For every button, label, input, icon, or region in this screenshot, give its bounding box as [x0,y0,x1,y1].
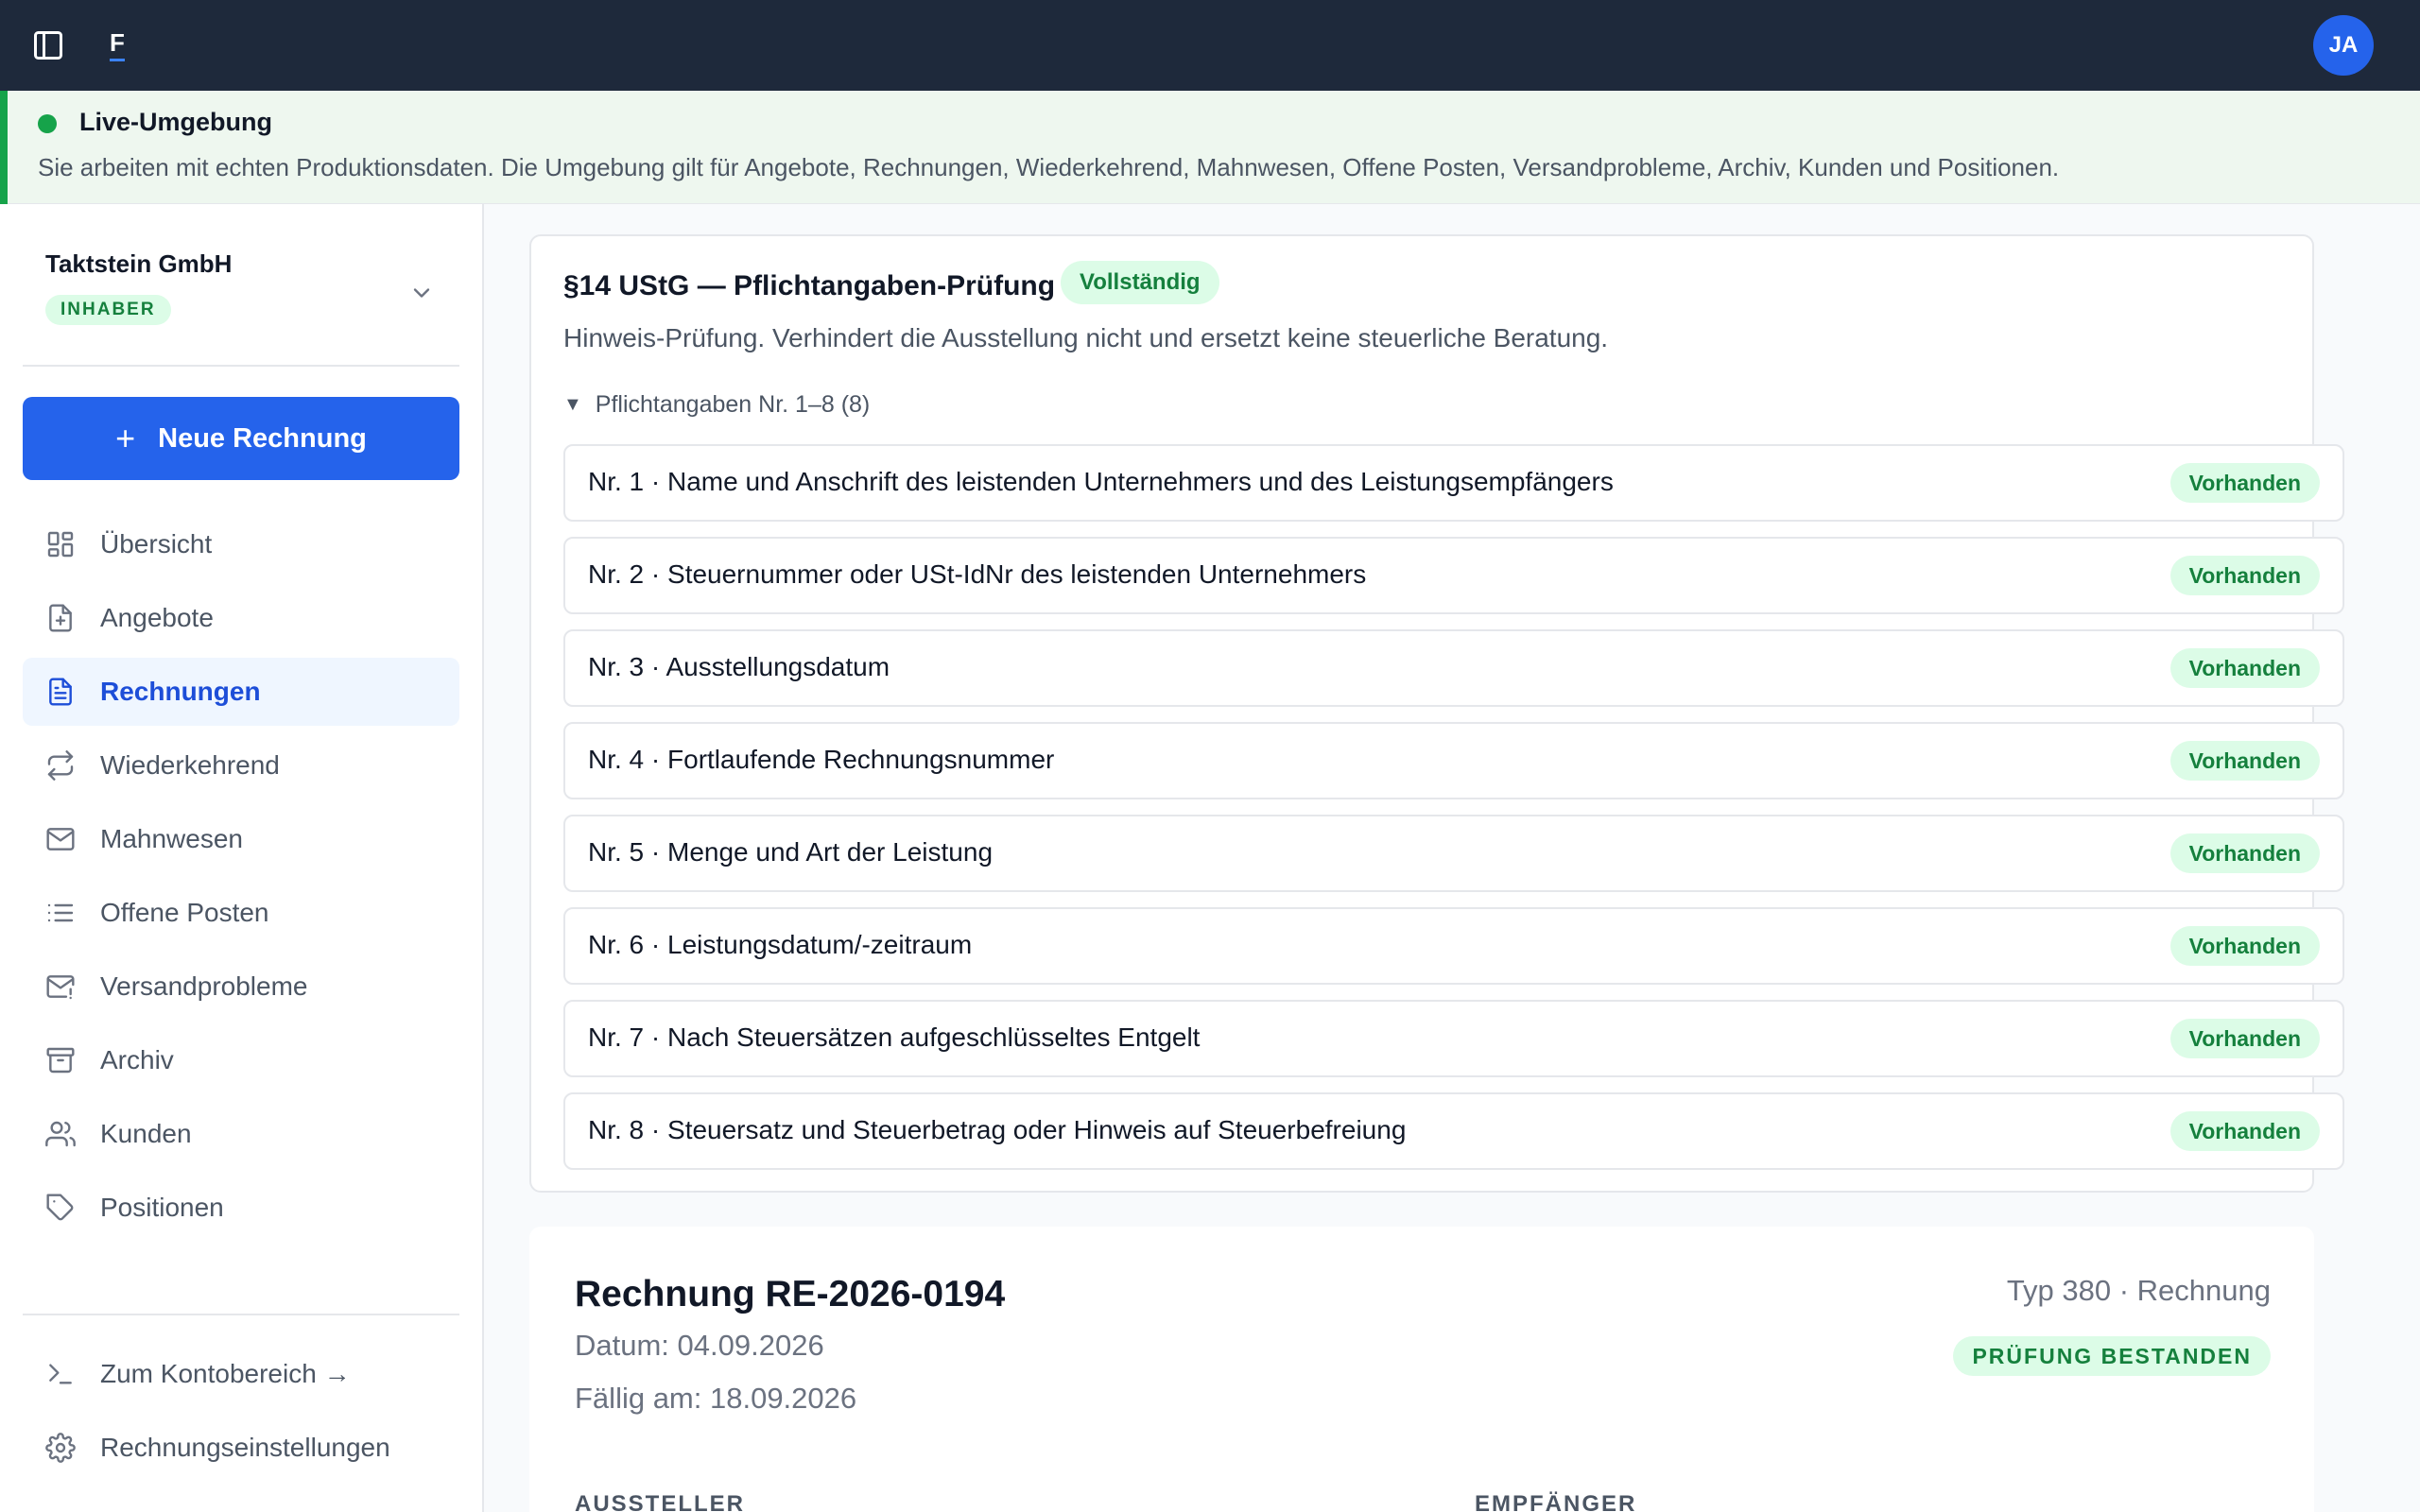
sidebar-item-label: Kunden [100,1119,192,1148]
check-hint: Hinweis-Prüfung. Verhindert die Ausstell… [563,323,1609,352]
role-badge: INHABER [45,295,171,325]
environment-description: Sie arbeiten mit echten Produktionsdaten… [38,153,2060,181]
ustg-check-card: §14 UStG — Pflichtangaben-Prüfung Vollst… [529,234,2344,1193]
org-name: Taktstein GmbH [45,249,233,278]
status-badge: Vorhanden [2169,648,2320,688]
status-badge: Vorhanden [2169,926,2320,966]
status-badge: Vorhanden [2169,556,2320,595]
requirement-row: Nr. 3 · Ausstellungsdatum Vorhanden [563,629,2344,707]
sidebar: Taktstein GmbH INHABER + Neue Rechnung Ü… [0,204,484,1512]
status-badge: Vorhanden [2169,1019,2320,1058]
sidebar-item-label: Mahnwesen [100,824,243,853]
new-invoice-label: Neue Rechnung [158,422,367,454]
sidebar-item-label: Rechnungen [100,677,261,706]
repeat-icon [47,750,74,781]
issuer-label: AUSSTELLER [575,1491,746,1512]
sidebar-item-wiederkehrend[interactable]: Wiederkehrend [23,731,459,799]
requirement-text: Nr. 5 · Menge und Art der Leistung [588,837,994,867]
mail-alert-icon [46,975,75,1000]
invoice-type: Typ 380 · Rechnung [2006,1274,2271,1307]
requirements-summary: Pflichtangaben Nr. 1–8 (8) [595,391,871,418]
invoice-due-date: Fällig am: 18.09.2026 [575,1382,857,1415]
sidebar-item-label: Positionen [100,1193,224,1222]
sidebar-item-label: Zum Kontobereich → [100,1359,351,1388]
check-title: §14 UStG — Pflichtangaben-Prüfung [563,270,1056,301]
requirement-text: Nr. 1 · Name und Anschrift des leistende… [588,467,1614,496]
requirement-row: Nr. 1 · Name und Anschrift des leistende… [563,444,2344,522]
sidebar-item-label: Archiv [100,1045,174,1074]
user-avatar[interactable]: JA [2313,15,2374,76]
requirement-text: Nr. 7 · Nach Steuersätzen aufgeschlüssel… [588,1022,1201,1052]
recipient-label: EMPFÄNGER [1475,1491,1637,1512]
sidebar-item-label: Übersicht [100,529,213,558]
requirement-text: Nr. 3 · Ausstellungsdatum [588,652,890,681]
sidebar-item-label: Offene Posten [100,898,269,927]
org-switcher[interactable]: Taktstein GmbH [45,249,232,279]
requirement-row: Nr. 4 · Fortlaufende Rechnungsnummer Vor… [563,722,2344,799]
sidebar-item-versandprobleme[interactable]: Versandprobleme [23,953,459,1021]
status-badge: Vollständig [1061,261,1219,304]
sidebar-item-angebote[interactable]: Angebote [23,584,459,652]
users-icon [45,1121,76,1147]
banner-accent [0,91,8,204]
app-logo[interactable]: F [110,28,125,58]
requirement-row: Nr. 2 · Steuernummer oder USt-IdNr des l… [563,537,2344,614]
status-badge: Vorhanden [2169,833,2320,873]
requirement-text: Nr. 4 · Fortlaufende Rechnungsnummer [588,745,1055,774]
chevron-down-icon[interactable] [408,280,435,306]
sidebar-toggle-icon[interactable] [31,28,65,62]
sidebar-item-rechnungen[interactable]: Rechnungen [23,658,459,726]
plus-icon: + [115,419,136,457]
tag-icon [46,1194,74,1221]
environment-title: Live-Umgebung [79,108,273,136]
main-content: §14 UStG — Pflichtangaben-Prüfung Vollst… [486,204,2420,1512]
sidebar-item-label: Wiederkehrend [100,750,280,780]
list-icon [47,903,74,922]
terminal-icon [49,1364,72,1384]
top-bar: F JA [0,0,2420,91]
sidebar-divider [23,1314,459,1315]
requirement-row: Nr. 8 · Steuersatz und Steuerbetrag oder… [563,1092,2344,1170]
sidebar-item-label: Angebote [100,603,214,632]
requirement-text: Nr. 6 · Leistungsdatum/-zeitraum [588,930,973,959]
requirements-toggle[interactable]: ▼ Pflichtangaben Nr. 1–8 (8) [563,391,870,419]
sidebar-item-label: Versandprobleme [100,971,308,1001]
sidebar-item-mahnwesen[interactable]: Mahnwesen [23,805,459,873]
sidebar-item-kunden[interactable]: Kunden [23,1100,459,1168]
status-badge: Vorhanden [2169,1111,2320,1151]
environment-banner: Live-Umgebung Sie arbeiten mit echten Pr… [0,91,2420,204]
sidebar-divider [23,365,459,367]
gear-icon [45,1433,76,1463]
dashboard-icon [47,531,74,558]
requirement-row: Nr. 7 · Nach Steuersätzen aufgeschlüssel… [563,1000,2344,1077]
triangle-down-icon: ▼ [563,394,582,415]
requirement-row: Nr. 6 · Leistungsdatum/-zeitraum Vorhand… [563,907,2344,985]
file-plus-icon [49,604,72,632]
file-text-icon [49,678,72,706]
archive-icon [46,1047,75,1074]
mail-icon [46,828,75,850]
requirement-text: Nr. 8 · Steuersatz und Steuerbetrag oder… [588,1115,1407,1144]
sidebar-item-kontobereich[interactable]: Zum Kontobereich → [23,1340,459,1408]
sidebar-item-positionen[interactable]: Positionen [23,1174,459,1242]
status-badge: PRÜFUNG BESTANDEN [1953,1336,2271,1376]
sidebar-item-offene-posten[interactable]: Offene Posten [23,879,459,947]
invoice-date: Datum: 04.09.2026 [575,1329,824,1362]
requirement-row: Nr. 5 · Menge und Art der Leistung Vorha… [563,815,2344,892]
new-invoice-button[interactable]: + Neue Rechnung [23,397,459,480]
sidebar-item-label: Rechnungseinstellungen [100,1433,390,1462]
sidebar-item-rechnungseinstellungen[interactable]: Rechnungseinstellungen [23,1414,459,1482]
logo-accent [110,59,125,61]
sidebar-item-archiv[interactable]: Archiv [23,1026,459,1094]
status-badge: Vorhanden [2169,463,2320,503]
invoice-preview-card: Rechnung RE-2026-0194 Datum: 04.09.2026 … [529,1227,2314,1512]
invoice-title: Rechnung RE-2026-0194 [575,1274,1006,1314]
status-dot [38,114,57,133]
requirement-text: Nr. 2 · Steuernummer oder USt-IdNr des l… [588,559,1367,589]
sidebar-item-uebersicht[interactable]: Übersicht [23,510,459,578]
status-badge: Vorhanden [2169,741,2320,781]
